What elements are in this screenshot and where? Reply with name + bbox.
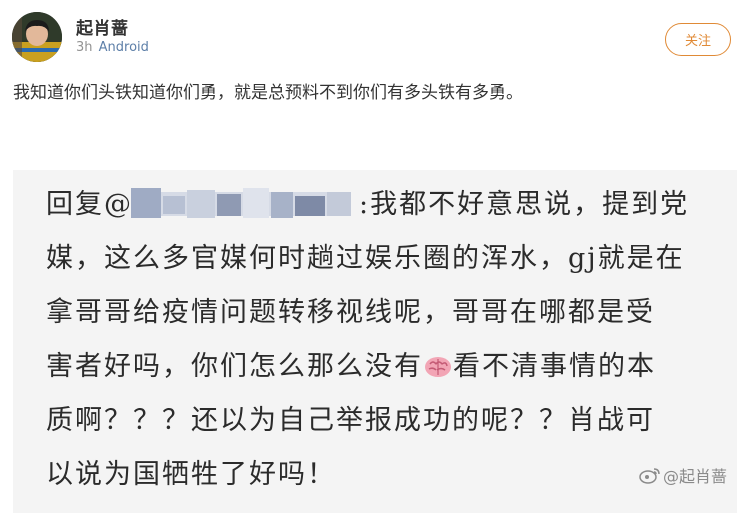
follow-button[interactable]: 关注 [665,23,731,56]
image-watermark: @起肖蔷 [639,463,727,487]
reply-line-6: 以说为国牺牲了好吗！ [46,459,336,490]
avatar[interactable] [12,12,62,62]
reply-line-4-start: 害者好吗，你们怎么那么没有 [46,351,423,382]
reply-line-1-start: 回复@ [46,189,133,220]
avatar-image [12,12,62,62]
reply-line-4: 害者好吗，你们怎么那么没有 看不清事情的本 [46,340,716,394]
post-meta: 3h Android [76,40,149,55]
post-source[interactable]: Android [99,40,149,55]
reply-line-5: 质啊？？？还以为自己举报成功的呢？？肖战可 [46,405,655,436]
reply-line-1-end: :我都不好意思说，提到党 [359,189,690,220]
post-text: 我知道你们头铁知道你们勇，就是总预料不到你们有多头铁有多勇。 [13,83,523,103]
brain-emoji-icon [425,357,451,377]
post-header: 起肖蔷 3h Android 关注 [0,0,748,70]
reply-text-block: 回复@:我都不好意思说，提到党 媒，这么多官媒何时趟过娱乐圈的浑水，gj就是在 … [46,178,716,502]
weibo-post-card: 起肖蔷 3h Android 关注 我知道你们头铁知道你们勇，就是总预料不到你们… [0,0,748,513]
reply-line-2: 媒，这么多官媒何时趟过娱乐圈的浑水，gj就是在 [46,243,685,274]
watermark-text: @起肖蔷 [662,467,727,486]
mosaic-blur [131,188,351,218]
reply-line-4-end: 看不清事情的本 [453,351,656,382]
post-time: 3h [76,40,93,55]
username[interactable]: 起肖蔷 [76,14,129,39]
reply-line-3: 拿哥哥给疫情问题转移视线呢，哥哥在哪都是受 [46,297,655,328]
post-image[interactable]: 回复@:我都不好意思说，提到党 媒，这么多官媒何时趟过娱乐圈的浑水，gj就是在 … [13,170,737,513]
weibo-watermark-icon [639,468,660,484]
